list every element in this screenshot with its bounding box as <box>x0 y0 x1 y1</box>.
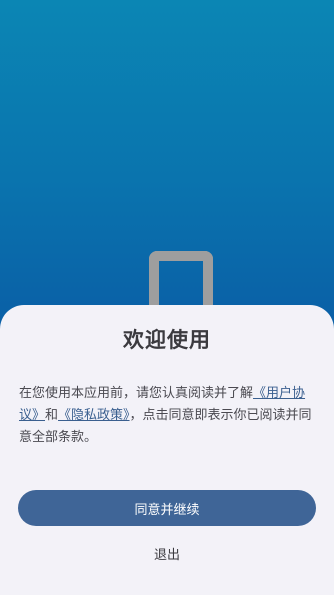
privacy-consent-sheet: 欢迎使用 在您使用本应用前，请您认真阅读并了解《用户协议》和《隐私政策》，点击同… <box>0 305 334 595</box>
dialog-title: 欢迎使用 <box>123 328 211 352</box>
privacy-policy-link[interactable]: 《隐私政策》 <box>58 408 130 423</box>
dialog-message: 在您使用本应用前，请您认真阅读并了解《用户协议》和《隐私政策》，点击同意即表示你… <box>19 383 315 449</box>
message-prefix: 在您使用本应用前，请您认真阅读并了解 <box>19 386 254 401</box>
agree-continue-button[interactable]: 同意并继续 <box>18 490 316 526</box>
message-conjunction: 和 <box>45 408 59 423</box>
exit-button[interactable]: 退出 <box>117 541 217 565</box>
